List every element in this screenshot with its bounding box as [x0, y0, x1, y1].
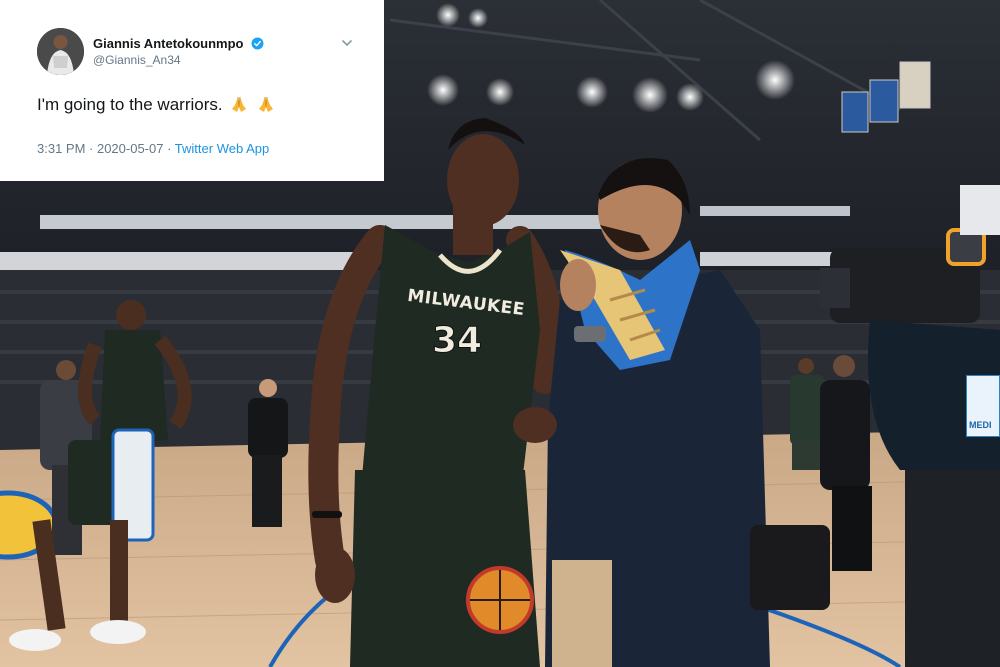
press-badge: MEDI	[966, 375, 1000, 437]
display-name-text[interactable]: Giannis Antetokounmpo	[93, 36, 243, 51]
press-badge-text: MEDI	[969, 420, 992, 430]
display-name[interactable]: Giannis Antetokounmpo	[93, 36, 264, 51]
folded-hands-icon	[259, 96, 274, 112]
ribbon-board-lower	[0, 252, 360, 270]
tweet-timestamp[interactable]: 3:31 PM · 2020-05-07 ·	[37, 141, 171, 156]
wristwatch	[574, 326, 606, 342]
jersey-number: 34	[431, 320, 483, 362]
tweet-source-link[interactable]: Twitter Web App	[175, 141, 269, 156]
avatar[interactable]	[37, 28, 84, 75]
tweet-meta: 3:31 PM · 2020-05-07 · Twitter Web App	[37, 141, 269, 156]
tweet-text-content: I'm going to the warriors.	[37, 95, 223, 114]
tweet-card: Giannis Antetokounmpo @Giannis_An34 I'm …	[0, 0, 384, 181]
verified-badge-icon	[251, 37, 264, 50]
folded-hands-icon	[232, 96, 247, 112]
avatar-image	[37, 28, 84, 75]
ribbon-board-upper	[40, 215, 660, 229]
chevron-down-icon[interactable]	[340, 36, 354, 50]
user-handle[interactable]: @Giannis_An34	[93, 53, 181, 67]
tweet-text: I'm going to the warriors.	[37, 95, 276, 115]
